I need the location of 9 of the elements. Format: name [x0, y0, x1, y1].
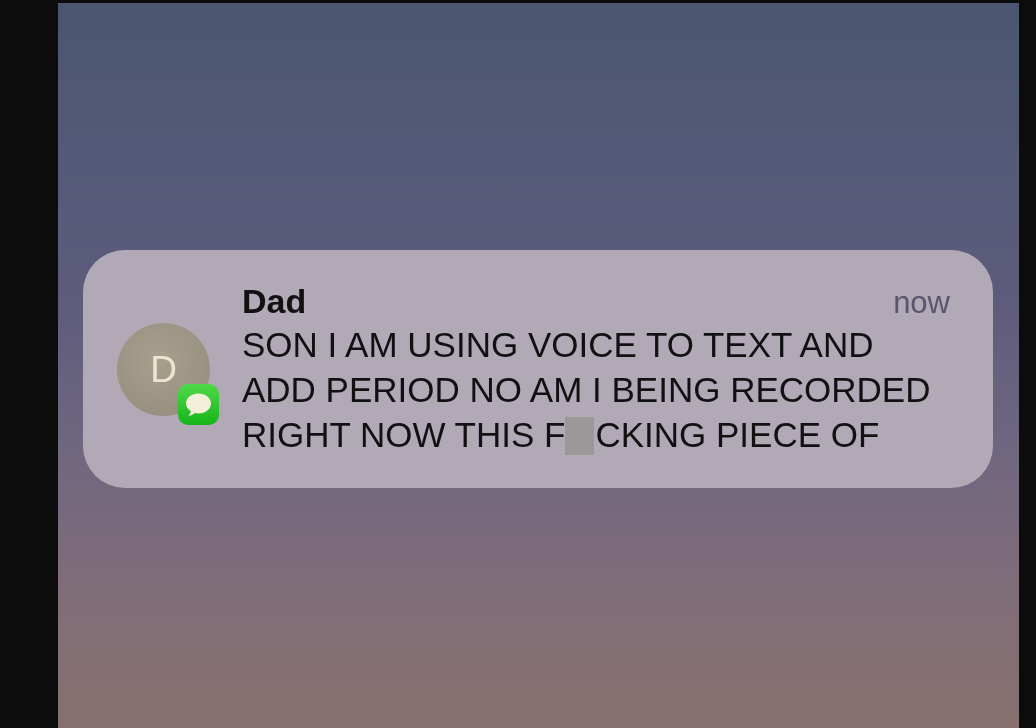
timestamp: now	[893, 283, 950, 322]
message-text: ADD PERIOD NO AM I BEING RECORDED	[242, 369, 931, 409]
sender-name: Dad	[242, 281, 307, 321]
message-text: RIGHT NOW THIS F	[242, 414, 566, 454]
notification-card[interactable]: D Dad now SON I AM USING VOICE TO TEXT AND ADD PERIOD NO AM I BEING RECORDED RIGHT NOW THIS F CKING PIECE OF	[83, 250, 993, 488]
message-text: SON I AM USING VOICE TO TEXT AND	[242, 324, 874, 364]
censor-block-icon	[565, 416, 595, 455]
speech-bubble-icon	[178, 383, 219, 425]
message-text: CKING PIECE OF	[595, 414, 880, 454]
